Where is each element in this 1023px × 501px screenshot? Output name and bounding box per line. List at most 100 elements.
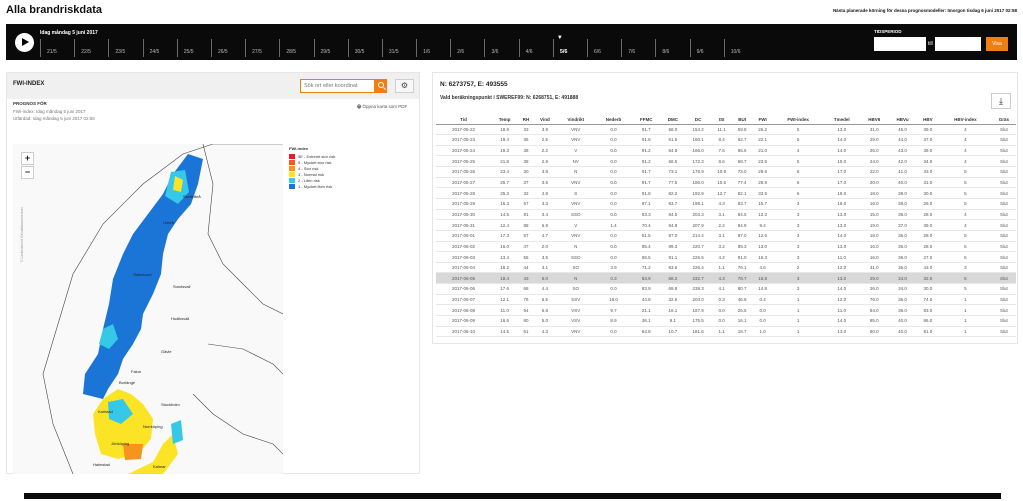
timeline-tick[interactable]: 26/5 — [210, 39, 245, 57]
column-header[interactable]: HBV6 — [860, 115, 889, 125]
table-cell: 6 — [939, 241, 992, 253]
timeline-tick[interactable]: 6/6 — [587, 39, 621, 57]
table-cell: 36.0 — [888, 230, 917, 242]
table-cell: 10.6 — [711, 177, 732, 189]
period-to-input[interactable] — [935, 37, 981, 51]
column-header[interactable]: Vindrikt — [556, 115, 596, 125]
table-cell: 16.0 — [860, 241, 889, 253]
table-row[interactable]: 2017-05-24 19.3 38 2.2 V 0.0 91.2 64.8 166.0 7.6 6… — [436, 145, 1016, 157]
timeline-tick[interactable]: 10/6 — [723, 39, 758, 57]
today-label: Idag måndag 5 juni 2017 — [40, 30, 98, 36]
timeline-tick[interactable]: 23/5 — [108, 39, 142, 57]
table-row[interactable]: 2017-06-04 18.2 44 3.1 SO 3.9 71.2 83.6 226.4 1.1… — [436, 262, 1016, 274]
table-cell: 43 — [518, 272, 534, 285]
table-row[interactable]: 2017-05-28 25.3 32 4.8 S 0.0 91.8 82.2 192.9 12.7… — [436, 187, 1016, 199]
timeline-ticks[interactable]: 21/5 22/5 23/5 24/5 25/5 26/5 27/5 28/5 29/5 30/5… — [40, 35, 758, 57]
column-header[interactable]: Gräs — [991, 115, 1016, 125]
column-header[interactable]: Nederb — [595, 115, 632, 125]
table-cell: 68.5 — [660, 155, 685, 168]
column-header[interactable]: ISI — [711, 115, 732, 125]
table-cell: 0.0 — [595, 187, 632, 199]
column-header[interactable]: HBV — [916, 115, 940, 125]
table-cell: 3.9 — [533, 124, 557, 136]
zoom-in-button[interactable]: + — [21, 152, 34, 165]
table-row[interactable]: 2017-05-30 14.5 81 3.4 SSO 0.0 83.3 84.5 203.3 3.… — [436, 209, 1016, 221]
map-panel: FWI-INDEX ⚙ PROGNOS FÖR FWI-index: Idag … — [6, 72, 420, 474]
column-header[interactable]: FWI-index — [772, 115, 824, 125]
column-header[interactable]: DC — [684, 115, 712, 125]
table-cell: 1 — [939, 326, 992, 338]
column-header[interactable]: HBVu — [888, 115, 917, 125]
table-cell: 16.0 — [595, 294, 632, 306]
period-from-input[interactable] — [874, 37, 926, 51]
table-cell: 220.7 — [684, 241, 712, 253]
open-pdf-link[interactable]: 🖶 Öppna karta som PDF — [357, 103, 407, 111]
timeline-tick[interactable]: 8/6 — [655, 39, 689, 57]
table-cell: 17.0 — [823, 166, 861, 178]
table-row[interactable]: 2017-06-05 18.4 43 5.0 N 0.3 83.9 68.2 232.7 4.3 7… — [436, 272, 1016, 285]
table-row[interactable]: 2017-06-02 16.0 47 2.0 N 0.0 85.4 89.3 220.7 3.2 8… — [436, 241, 1016, 253]
column-header[interactable]: Tid — [436, 115, 491, 125]
column-header[interactable]: HBV-index — [939, 115, 992, 125]
timeline-tick[interactable]: 21/5 — [40, 39, 74, 57]
gear-icon[interactable]: ⚙ — [395, 79, 414, 93]
column-header[interactable]: Vind — [533, 115, 557, 125]
timeline-tick[interactable]: 3/6 — [484, 39, 518, 57]
table-row[interactable]: 2017-05-22 18.9 33 3.9 VNV 0.0 91.7 58.0 154.2 11… — [436, 124, 1016, 136]
search-icon[interactable] — [375, 79, 387, 93]
table-row[interactable]: 2017-05-26 23.4 30 3.8 N 0.0 91.7 73.1 178.9 10.9… — [436, 166, 1016, 178]
timeline-tick[interactable]: ▼ 5/6 — [552, 35, 587, 57]
zoom-out-button[interactable]: − — [21, 166, 34, 179]
table-row[interactable]: 2017-06-03 13.4 55 3.5 SSO 0.0 85.5 91.1 226.5 4.… — [436, 251, 1016, 263]
column-header[interactable]: Tmedel — [823, 115, 861, 125]
table-cell: 2.9 — [533, 155, 557, 168]
map-label-gavle: Gävle — [161, 349, 172, 354]
table-cell: 91.7 — [631, 124, 661, 136]
table-row[interactable]: 2017-05-25 21.8 38 2.9 NV 0.0 91.2 68.5 172.3 8.6… — [436, 155, 1016, 168]
search-input[interactable] — [300, 79, 375, 93]
timeline-tick[interactable]: 22/5 — [74, 39, 108, 57]
table-cell: 3.5 — [533, 251, 557, 263]
fire-risk-map[interactable]: + − © Lantmäteriet Geodatasamverkan Umeå… — [13, 144, 283, 474]
table-cell: VNV — [556, 124, 596, 136]
timeline-tick[interactable]: 7/6 — [621, 39, 655, 57]
table-row[interactable]: 2017-06-10 14.5 61 4.3 VNV 0.0 64.8 10.7 181.6 1.… — [436, 326, 1016, 338]
table-cell: 43.0 — [888, 145, 917, 157]
play-button[interactable] — [15, 33, 34, 52]
table-row[interactable]: 2017-06-07 12.1 76 6.5 SSV 16.0 44.8 32.6 204.0 0… — [436, 294, 1016, 306]
download-icon[interactable]: ⤓ — [991, 93, 1011, 109]
table-row[interactable]: 2017-06-08 11.0 94 6.8 VSV 9.7 21.1 16.1 187.9 0.… — [436, 304, 1016, 317]
table-row[interactable]: 2017-06-09 16.6 80 5.0 VSV 8.9 36.1 9.1 175.5 0.0… — [436, 315, 1016, 327]
column-header[interactable]: DMC — [660, 115, 685, 125]
show-period-button[interactable]: Visa — [986, 37, 1008, 51]
timeline-tick[interactable]: 31/5 — [381, 39, 416, 57]
table-cell: 77.5 — [660, 177, 685, 189]
timeline-tick[interactable]: 4/6 — [518, 39, 553, 57]
table-row[interactable]: 2017-05-23 19.4 35 2.5 VNV 0.0 91.6 61.5 160.1 8.… — [436, 134, 1016, 146]
timeline-tick[interactable]: 1/6 — [416, 39, 450, 57]
table-cell: 41.0 — [888, 166, 917, 178]
table-row[interactable]: 2017-06-06 17.6 68 4.4 SO 0.0 83.9 69.8 239.3 4.1… — [436, 283, 1016, 295]
column-header[interactable]: FWI — [752, 115, 773, 125]
timeline-tick[interactable]: 28/5 — [279, 39, 313, 57]
table-row[interactable]: 2017-05-31 12.4 88 6.9 V 1.4 70.4 84.9 207.9 2.2 8… — [436, 219, 1016, 231]
table-row[interactable]: 2017-05-29 16.3 67 3.3 VNV 0.0 87.1 83.7 198.1 4.… — [436, 198, 1016, 210]
table-cell: 83.9 — [631, 283, 661, 295]
column-header[interactable]: Temp — [491, 115, 519, 125]
map-label-norrkoping: Norrköping — [143, 424, 163, 429]
timeline-tick[interactable]: 30/5 — [347, 39, 382, 57]
timeline-tick[interactable]: 9/6 — [689, 39, 724, 57]
table-cell: 16.1 — [660, 304, 685, 317]
timeline-tick[interactable]: 27/5 — [245, 39, 279, 57]
timeline-tick[interactable]: 2/6 — [450, 39, 484, 57]
table-row[interactable]: 2017-05-27 25.7 37 3.6 VNV 0.0 91.7 77.5 186.0 10… — [436, 177, 1016, 189]
column-header[interactable]: RH — [518, 115, 534, 125]
timeline-tick[interactable]: 24/5 — [142, 39, 177, 57]
timeline-tick[interactable]: 29/5 — [313, 39, 348, 57]
table-row[interactable]: 2017-06-01 17.3 57 4.7 VNV 0.0 81.5 87.0 214.4 3.… — [436, 230, 1016, 242]
column-header[interactable]: BUI — [731, 115, 753, 125]
timeline-tick[interactable]: 25/5 — [176, 39, 211, 57]
table-cell: 12.1 — [491, 294, 519, 306]
column-header[interactable]: FFMC — [631, 115, 661, 125]
table-cell: 94 — [518, 304, 534, 317]
